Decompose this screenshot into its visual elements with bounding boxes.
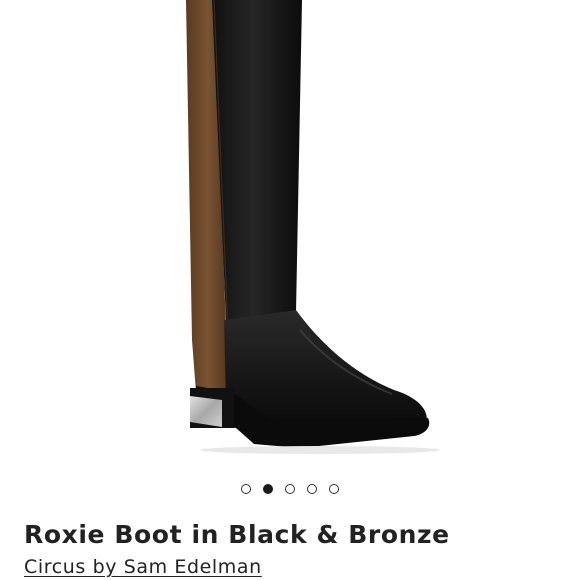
- carousel-dot-1[interactable]: [241, 484, 251, 494]
- product-page: Roxie Boot in Black & Bronze Circus by S…: [0, 0, 580, 580]
- product-image[interactable]: [0, 0, 580, 470]
- product-title: Roxie Boot in Black & Bronze: [24, 520, 450, 549]
- carousel-dot-4[interactable]: [307, 484, 317, 494]
- brand-link[interactable]: Circus by Sam Edelman: [24, 556, 262, 578]
- carousel-dot-5[interactable]: [329, 484, 339, 494]
- carousel-dot-3[interactable]: [285, 484, 295, 494]
- image-carousel-dots: [0, 484, 580, 498]
- carousel-dot-2-active[interactable]: [263, 484, 273, 494]
